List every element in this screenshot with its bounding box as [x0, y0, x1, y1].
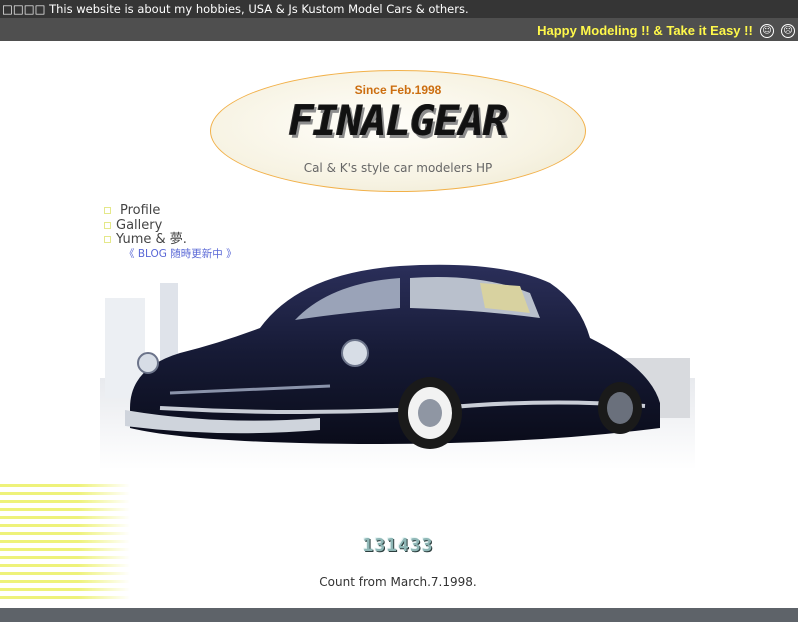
nav-label-gallery: Gallery	[116, 217, 163, 233]
tagline-text: Happy Modeling !! & Take it Easy !!	[537, 23, 753, 38]
counter-caption: Count from March.7.1998.	[319, 575, 477, 589]
bullet-icon	[104, 236, 111, 243]
nav-item-profile[interactable]: Profile	[104, 203, 237, 219]
site-subtitle: Cal & K's style car modelers HP	[303, 161, 493, 175]
smile-icon: ☺	[759, 23, 774, 38]
nav-label-yume: Yume & 夢.	[116, 232, 187, 247]
kustom-car-photo	[100, 264, 695, 470]
site-logo[interactable]: Since Feb.1998 FINALGEAR Cal & K's style…	[210, 70, 586, 192]
smile-icon: ☹	[781, 23, 795, 38]
bottom-bar	[0, 608, 798, 622]
nav-label-profile: Profile	[120, 203, 161, 218]
nav-item-yume[interactable]: Yume & 夢.	[104, 232, 237, 248]
nav-item-gallery[interactable]: Gallery	[104, 217, 237, 234]
bullet-icon	[104, 207, 111, 214]
main-nav: Profile Gallery Yume & 夢. 《 BLOG 随時更新中 》	[104, 203, 237, 261]
top-banner-text: □□□□ This website is about my hobbies, U…	[2, 2, 469, 16]
brand-wordmark: FINALGEAR	[288, 96, 509, 145]
since-label: Since Feb.1998	[354, 83, 442, 97]
tagline-bar: Happy Modeling !! & Take it Easy !! ☺ ☹	[0, 18, 798, 41]
bullet-icon	[104, 221, 111, 229]
visit-counter: 131433	[362, 535, 434, 556]
decorative-stripes	[0, 484, 130, 604]
top-banner: □□□□ This website is about my hobbies, U…	[0, 0, 798, 18]
